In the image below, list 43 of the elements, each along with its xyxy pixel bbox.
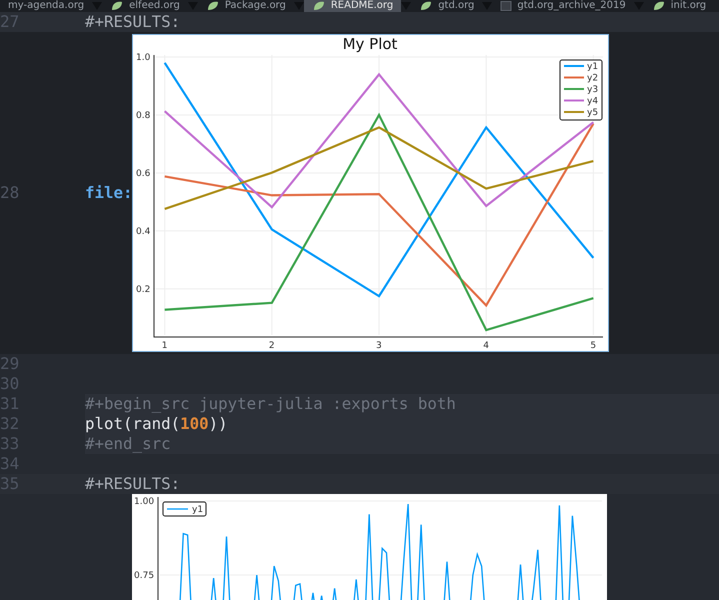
- line-number: 28: [0, 183, 20, 203]
- leaf-icon: [419, 1, 434, 11]
- y-tick-label: 0.75: [134, 571, 154, 581]
- file-tab[interactable]: elfeed.org: [102, 0, 188, 12]
- y-tick-label: 1.0: [136, 53, 150, 64]
- x-tick-label: 4: [483, 341, 489, 351]
- code-line: #+end_src: [85, 434, 171, 454]
- legend-label: y1: [587, 62, 598, 72]
- file-tab[interactable]: README.org: [304, 0, 402, 12]
- y-tick-label: 0.6: [136, 168, 150, 179]
- y-tick-label: 0.2: [136, 284, 150, 295]
- file-tab[interactable]: gtd.org: [411, 0, 482, 12]
- y-tick-label: 0.8: [136, 111, 150, 121]
- file-tab[interactable]: gtd.org_archive_2019: [492, 0, 634, 12]
- file-tab[interactable]: Package.org: [198, 0, 294, 12]
- chart-legend: [560, 60, 602, 120]
- file-icon: [500, 1, 512, 11]
- chart-legend: [162, 502, 206, 516]
- legend-label: y5: [587, 108, 598, 118]
- code-line: #+begin_src jupyter-julia :exports both: [85, 394, 456, 414]
- file-link[interactable]: file:: [85, 183, 132, 203]
- tab-separator-icon: [401, 2, 412, 10]
- chart-title: My Plot: [342, 35, 398, 53]
- y-tick-label: 0.4: [136, 226, 150, 237]
- leaf-icon: [312, 1, 326, 11]
- x-tick-label: 2: [268, 341, 275, 351]
- code-line: plot(rand(100)): [85, 414, 228, 434]
- tab-separator-icon: [294, 2, 304, 10]
- file-tab[interactable]: my-agenda.org: [0, 0, 92, 12]
- code-line: #+RESULTS:: [85, 12, 180, 32]
- x-tick-label: 3: [376, 341, 382, 351]
- leaf-icon: [206, 1, 220, 11]
- y-tick-label: 1.00: [134, 497, 154, 507]
- leaf-icon: [652, 1, 666, 11]
- leaf-icon: [110, 1, 124, 11]
- legend-label: y3: [587, 85, 598, 95]
- x-tick-label: 5: [590, 341, 596, 351]
- legend-label: y4: [587, 96, 598, 106]
- file-tab[interactable]: init.org: [644, 0, 714, 12]
- legend-label: y2: [587, 74, 598, 84]
- code-line: #+RESULTS:: [85, 474, 180, 494]
- x-tick-label: 1: [162, 341, 168, 351]
- legend-label: y1: [192, 505, 204, 515]
